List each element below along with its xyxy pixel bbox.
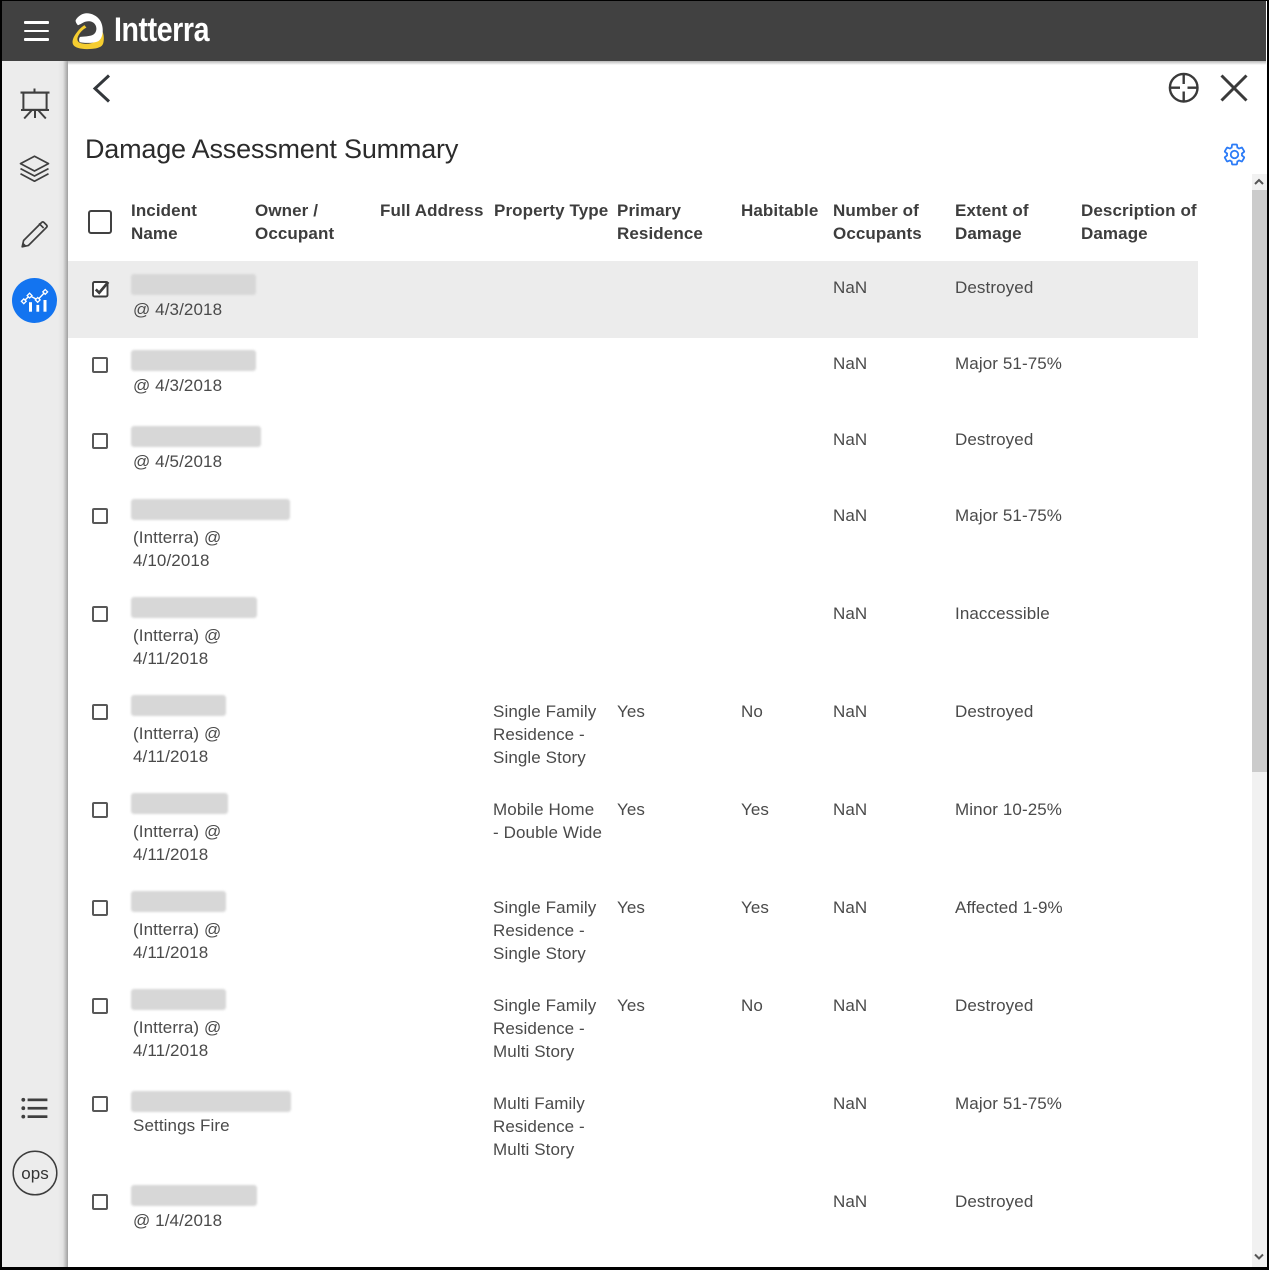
svg-text:ops: ops [21, 1164, 48, 1183]
